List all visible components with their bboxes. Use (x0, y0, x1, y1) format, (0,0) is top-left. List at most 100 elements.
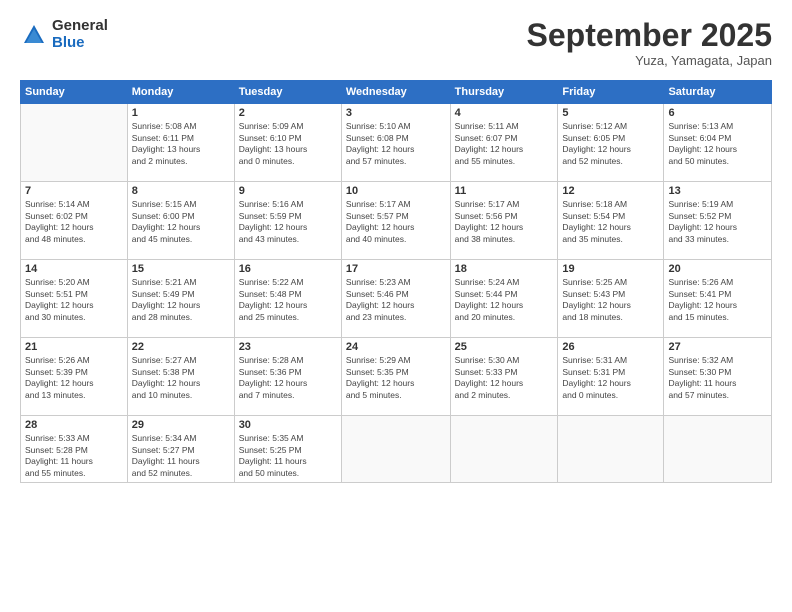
day-header-tuesday: Tuesday (234, 81, 341, 104)
logo-general: General (52, 18, 108, 35)
day-number: 11 (455, 185, 554, 197)
day-number: 18 (455, 263, 554, 275)
day-info: Sunrise: 5:28 AMSunset: 5:36 PMDaylight:… (239, 355, 337, 401)
month-title: September 2025 (527, 18, 772, 53)
day-cell: 4Sunrise: 5:11 AMSunset: 6:07 PMDaylight… (450, 104, 558, 182)
day-info: Sunrise: 5:26 AMSunset: 5:39 PMDaylight:… (25, 355, 123, 401)
day-cell: 10 Sunrise: 5:17 AMSunset: 5:57 PMDayligh… (341, 182, 450, 260)
day-number: 29 (132, 419, 230, 431)
calendar-table: SundayMondayTuesdayWednesdayThursdayFrid… (20, 80, 772, 483)
day-number: 23 (239, 341, 337, 353)
day-cell: 16 Sunrise: 5:22 AMSunset: 5:48 PMDayligh… (234, 260, 341, 338)
day-number: 5 (562, 107, 659, 119)
day-info: Sunrise: 5:32 AMSunset: 5:30 PMDaylight:… (668, 355, 767, 401)
day-number: 7 (25, 185, 123, 197)
day-info: Sunrise: 5:29 AMSunset: 5:35 PMDaylight:… (346, 355, 446, 401)
day-cell: 2 Sunrise: 5:09 AMSunset: 6:10 PMDaylight… (234, 104, 341, 182)
day-cell: 7 Sunrise: 5:14 AMSunset: 6:02 PMDaylight… (21, 182, 128, 260)
day-info: Sunrise: 5:23 AMSunset: 5:46 PMDaylight:… (346, 277, 446, 323)
day-number: 22 (132, 341, 230, 353)
day-cell: 27 Sunrise: 5:32 AMSunset: 5:30 PMDayligh… (664, 338, 772, 416)
header: General Blue September 2025 Yuza, Yamaga… (20, 18, 772, 68)
day-number: 19 (562, 263, 659, 275)
day-cell: 8 Sunrise: 5:15 AMSunset: 6:00 PMDaylight… (127, 182, 234, 260)
day-number: 1 (132, 107, 230, 119)
day-info: Sunrise: 5:10 AMSunset: 6:08 PMDaylight:… (346, 121, 446, 167)
day-number: 10 (346, 185, 446, 197)
day-cell: 26 Sunrise: 5:31 AMSunset: 5:31 PMDayligh… (558, 338, 664, 416)
day-cell: 22 Sunrise: 5:27 AMSunset: 5:38 PMDayligh… (127, 338, 234, 416)
day-header-friday: Friday (558, 81, 664, 104)
day-cell: 19 Sunrise: 5:25 AMSunset: 5:43 PMDayligh… (558, 260, 664, 338)
day-cell: 12 Sunrise: 5:18 AMSunset: 5:54 PMDayligh… (558, 182, 664, 260)
day-info: Sunrise: 5:14 AMSunset: 6:02 PMDaylight:… (25, 199, 123, 245)
day-info: Sunrise: 5:08 AMSunset: 6:11 PMDaylight:… (132, 121, 230, 167)
day-cell: 18 Sunrise: 5:24 AMSunset: 5:44 PMDayligh… (450, 260, 558, 338)
day-number: 26 (562, 341, 659, 353)
day-info: Sunrise: 5:18 AMSunset: 5:54 PMDaylight:… (562, 199, 659, 245)
day-number: 17 (346, 263, 446, 275)
calendar-page: General Blue September 2025 Yuza, Yamaga… (0, 0, 792, 612)
day-number: 21 (25, 341, 123, 353)
day-cell: 20 Sunrise: 5:26 AMSunset: 5:41 PMDayligh… (664, 260, 772, 338)
day-info: Sunrise: 5:27 AMSunset: 5:38 PMDaylight:… (132, 355, 230, 401)
day-info: Sunrise: 5:17 AMSunset: 5:56 PMDaylight:… (455, 199, 554, 245)
day-header-monday: Monday (127, 81, 234, 104)
logo-blue: Blue (52, 35, 108, 52)
day-number: 8 (132, 185, 230, 197)
day-info: Sunrise: 5:16 AMSunset: 5:59 PMDaylight:… (239, 199, 337, 245)
day-cell: 5Sunrise: 5:12 AMSunset: 6:05 PMDaylight… (558, 104, 664, 182)
week-row-1: 1 Sunrise: 5:08 AMSunset: 6:11 PMDaylight… (21, 104, 772, 182)
day-number: 4 (455, 107, 554, 119)
day-cell: 28Sunrise: 5:33 AMSunset: 5:28 PMDayligh… (21, 416, 128, 483)
day-number: 16 (239, 263, 337, 275)
day-number: 20 (668, 263, 767, 275)
day-number: 2 (239, 107, 337, 119)
day-cell: 1 Sunrise: 5:08 AMSunset: 6:11 PMDaylight… (127, 104, 234, 182)
title-area: September 2025 Yuza, Yamagata, Japan (527, 18, 772, 68)
day-number: 13 (668, 185, 767, 197)
week-row-2: 7 Sunrise: 5:14 AMSunset: 6:02 PMDaylight… (21, 182, 772, 260)
day-cell: 3Sunrise: 5:10 AMSunset: 6:08 PMDaylight… (341, 104, 450, 182)
day-info: Sunrise: 5:26 AMSunset: 5:41 PMDaylight:… (668, 277, 767, 323)
day-info: Sunrise: 5:34 AMSunset: 5:27 PMDaylight:… (132, 433, 230, 479)
day-cell: 13 Sunrise: 5:19 AMSunset: 5:52 PMDayligh… (664, 182, 772, 260)
week-row-4: 21 Sunrise: 5:26 AMSunset: 5:39 PMDayligh… (21, 338, 772, 416)
day-cell (664, 416, 772, 483)
day-info: Sunrise: 5:09 AMSunset: 6:10 PMDaylight:… (239, 121, 337, 167)
day-cell: 14Sunrise: 5:20 AMSunset: 5:51 PMDayligh… (21, 260, 128, 338)
day-header-saturday: Saturday (664, 81, 772, 104)
day-cell: 23 Sunrise: 5:28 AMSunset: 5:36 PMDayligh… (234, 338, 341, 416)
day-header-wednesday: Wednesday (341, 81, 450, 104)
day-cell: 30 Sunrise: 5:35 AMSunset: 5:25 PMDayligh… (234, 416, 341, 483)
day-header-sunday: Sunday (21, 81, 128, 104)
day-number: 6 (668, 107, 767, 119)
day-number: 12 (562, 185, 659, 197)
day-info: Sunrise: 5:20 AMSunset: 5:51 PMDaylight:… (25, 277, 123, 323)
day-number: 15 (132, 263, 230, 275)
day-info: Sunrise: 5:30 AMSunset: 5:33 PMDaylight:… (455, 355, 554, 401)
week-row-5: 28Sunrise: 5:33 AMSunset: 5:28 PMDayligh… (21, 416, 772, 483)
day-info: Sunrise: 5:17 AMSunset: 5:57 PMDaylight:… (346, 199, 446, 245)
header-row: SundayMondayTuesdayWednesdayThursdayFrid… (21, 81, 772, 104)
day-cell: 21 Sunrise: 5:26 AMSunset: 5:39 PMDayligh… (21, 338, 128, 416)
day-cell: 11 Sunrise: 5:17 AMSunset: 5:56 PMDayligh… (450, 182, 558, 260)
day-number: 9 (239, 185, 337, 197)
day-cell (558, 416, 664, 483)
day-info: Sunrise: 5:19 AMSunset: 5:52 PMDaylight:… (668, 199, 767, 245)
day-info: Sunrise: 5:25 AMSunset: 5:43 PMDaylight:… (562, 277, 659, 323)
day-info: Sunrise: 5:24 AMSunset: 5:44 PMDaylight:… (455, 277, 554, 323)
day-cell (450, 416, 558, 483)
day-number: 30 (239, 419, 337, 431)
day-info: Sunrise: 5:22 AMSunset: 5:48 PMDaylight:… (239, 277, 337, 323)
day-cell: 15Sunrise: 5:21 AMSunset: 5:49 PMDayligh… (127, 260, 234, 338)
day-info: Sunrise: 5:31 AMSunset: 5:31 PMDaylight:… (562, 355, 659, 401)
day-cell: 29 Sunrise: 5:34 AMSunset: 5:27 PMDayligh… (127, 416, 234, 483)
day-info: Sunrise: 5:35 AMSunset: 5:25 PMDaylight:… (239, 433, 337, 479)
day-info: Sunrise: 5:15 AMSunset: 6:00 PMDaylight:… (132, 199, 230, 245)
day-cell: 9 Sunrise: 5:16 AMSunset: 5:59 PMDaylight… (234, 182, 341, 260)
logo-icon (20, 21, 48, 49)
day-number: 27 (668, 341, 767, 353)
logo-text: General Blue (52, 18, 108, 51)
day-number: 25 (455, 341, 554, 353)
